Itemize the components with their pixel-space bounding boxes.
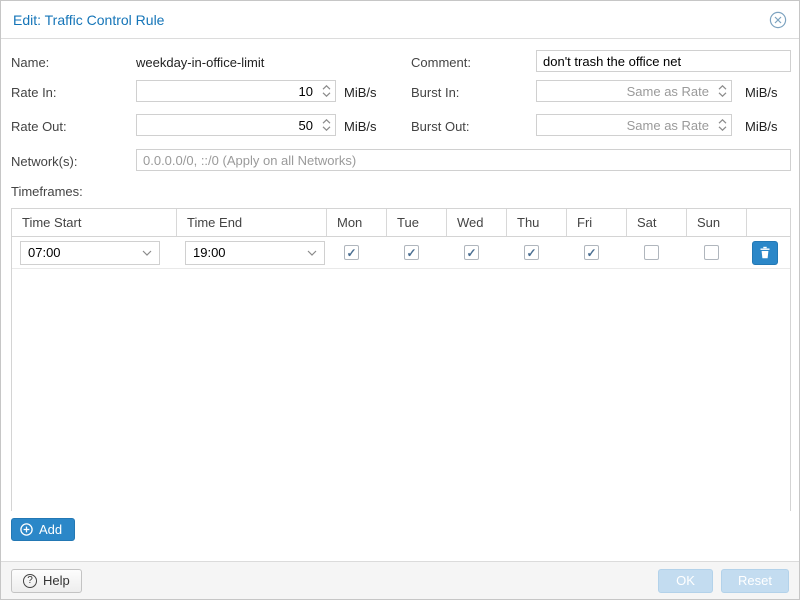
time-end-value: 19:00 <box>193 245 307 260</box>
help-button[interactable]: ? Help <box>11 569 82 593</box>
networks-label: Network(s): <box>11 154 77 169</box>
column-header-time-end[interactable]: Time End <box>177 209 327 236</box>
burst-out-input[interactable] <box>537 118 713 133</box>
time-start-select[interactable]: 07:00 <box>20 241 160 265</box>
timeframes-table: Time Start Time End Mon Tue Wed Thu Fri … <box>11 208 791 511</box>
table-empty-area <box>12 269 790 511</box>
thu-checkbox[interactable] <box>524 245 539 260</box>
burst-out-spinner-icon[interactable] <box>713 115 731 135</box>
name-label: Name: <box>11 55 49 70</box>
time-start-value: 07:00 <box>28 245 142 260</box>
burst-in-label: Burst In: <box>411 85 459 100</box>
rate-in-spinner-icon[interactable] <box>317 81 335 101</box>
column-header-tue[interactable]: Tue <box>387 209 447 236</box>
rate-out-field[interactable] <box>136 114 336 136</box>
sat-checkbox[interactable] <box>644 245 659 260</box>
burst-in-spinner-icon[interactable] <box>713 81 731 101</box>
rate-out-unit: MiB/s <box>344 119 377 134</box>
chevron-down-icon <box>142 250 152 256</box>
reset-button[interactable]: Reset <box>721 569 789 593</box>
name-value: weekday-in-office-limit <box>136 55 264 70</box>
table-row: 07:00 19:00 <box>12 237 790 269</box>
dialog-title: Edit: Traffic Control Rule <box>13 12 164 28</box>
dialog-header: Edit: Traffic Control Rule <box>1 1 799 39</box>
help-icon: ? <box>23 574 37 588</box>
timeframes-label: Timeframes: <box>11 184 83 199</box>
column-header-mon[interactable]: Mon <box>327 209 387 236</box>
burst-in-field[interactable] <box>536 80 732 102</box>
edit-traffic-control-rule-dialog: Edit: Traffic Control Rule Name: weekday… <box>0 0 800 600</box>
rate-in-field[interactable] <box>136 80 336 102</box>
add-button[interactable]: Add <box>11 518 75 541</box>
burst-out-field[interactable] <box>536 114 732 136</box>
rate-in-input[interactable] <box>137 84 317 99</box>
rate-out-input[interactable] <box>137 118 317 133</box>
column-header-sat[interactable]: Sat <box>627 209 687 236</box>
burst-out-label: Burst Out: <box>411 119 470 134</box>
column-header-fri[interactable]: Fri <box>567 209 627 236</box>
rate-out-label: Rate Out: <box>11 119 67 134</box>
help-button-label: Help <box>43 573 70 588</box>
table-header-row: Time Start Time End Mon Tue Wed Thu Fri … <box>12 209 790 237</box>
ok-button[interactable]: OK <box>658 569 713 593</box>
burst-in-input[interactable] <box>537 84 713 99</box>
add-icon <box>20 523 33 536</box>
dialog-footer: ? Help OK Reset <box>1 561 799 599</box>
rate-in-label: Rate In: <box>11 85 57 100</box>
chevron-down-icon <box>307 250 317 256</box>
comment-input[interactable] <box>536 50 791 72</box>
wed-checkbox[interactable] <box>464 245 479 260</box>
rate-out-spinner-icon[interactable] <box>317 115 335 135</box>
column-header-wed[interactable]: Wed <box>447 209 507 236</box>
comment-label: Comment: <box>411 55 471 70</box>
time-end-select[interactable]: 19:00 <box>185 241 325 265</box>
burst-out-unit: MiB/s <box>745 119 778 134</box>
add-button-label: Add <box>39 522 62 537</box>
tue-checkbox[interactable] <box>404 245 419 260</box>
delete-row-button[interactable] <box>752 241 778 265</box>
rate-in-unit: MiB/s <box>344 85 377 100</box>
sun-checkbox[interactable] <box>704 245 719 260</box>
column-header-sun[interactable]: Sun <box>687 209 747 236</box>
burst-in-unit: MiB/s <box>745 85 778 100</box>
column-header-thu[interactable]: Thu <box>507 209 567 236</box>
trash-icon <box>759 246 771 259</box>
close-icon[interactable] <box>769 11 787 29</box>
fri-checkbox[interactable] <box>584 245 599 260</box>
mon-checkbox[interactable] <box>344 245 359 260</box>
networks-input[interactable] <box>136 149 791 171</box>
column-header-time-start[interactable]: Time Start <box>12 209 177 236</box>
column-header-actions <box>747 209 790 236</box>
